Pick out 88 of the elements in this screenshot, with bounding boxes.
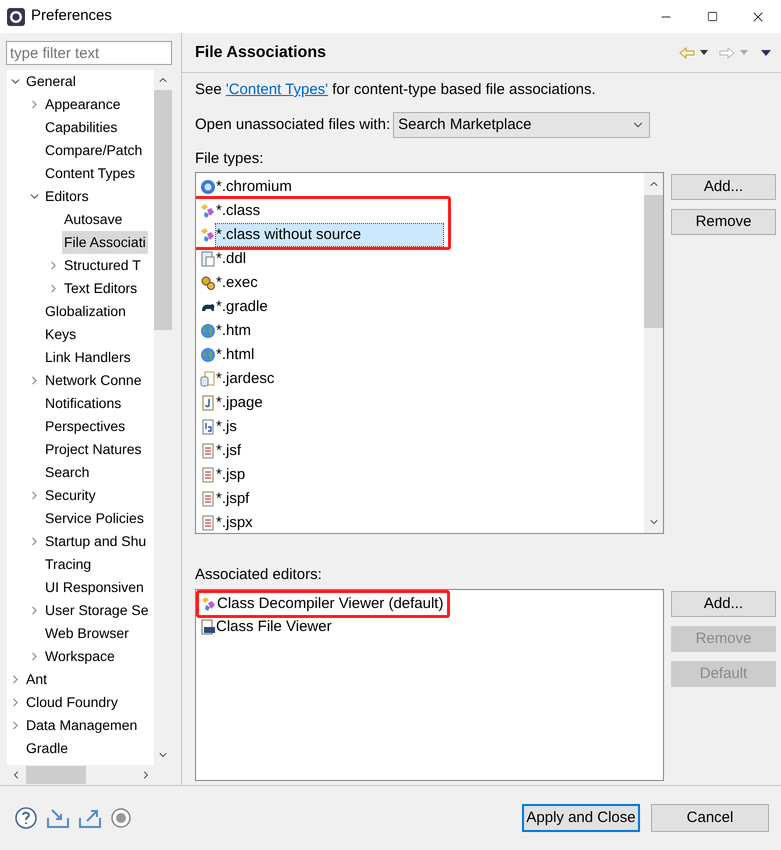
globe-icon (200, 323, 216, 339)
tree-item[interactable]: Compare/Patch (43, 139, 144, 162)
tree-item[interactable]: UI Responsiven (43, 576, 146, 599)
file-types-list[interactable]: *.chromium *.class *.class without source *.ddl *.exec *.gradle *.htm *.html *.jardesc *.jpage *.js *.jsf *.jsp *.jspf *.jspx (195, 172, 664, 534)
dialog-button[interactable]: Apply and Close (522, 804, 640, 832)
tree-item[interactable]: Search (43, 461, 92, 484)
tree-item[interactable]: Security (43, 484, 98, 507)
vertical-scrollbar[interactable] (644, 173, 663, 533)
tree-item[interactable]: Ant (24, 668, 50, 691)
tree-item[interactable]: Keys (43, 323, 78, 346)
tree-item[interactable]: Notifications (43, 392, 124, 415)
tree-item[interactable]: Tracing (43, 553, 94, 576)
file-type-item[interactable]: *.ddl (216, 248, 250, 270)
tree-item[interactable]: Content Types (43, 162, 138, 185)
editor-item[interactable]: Class File Viewer (216, 616, 332, 638)
window-title: Preferences (31, 6, 112, 26)
menu-icon[interactable] (761, 50, 771, 56)
file-type-item[interactable]: *.jspx (216, 512, 257, 533)
file-type-item[interactable]: *.exec (216, 272, 262, 294)
file-type-item[interactable]: *.html (216, 344, 258, 366)
tree-item[interactable]: General (24, 70, 78, 93)
file-type-item[interactable]: *.jsp (216, 464, 250, 486)
back-arrow-icon[interactable] (679, 46, 695, 58)
tree-item[interactable]: Appearance (43, 93, 123, 116)
editors-list[interactable]: Class Decompiler Viewer (default) Class File Viewer (195, 589, 664, 781)
tree-item[interactable]: Startup and Shu (43, 530, 148, 553)
tree-item[interactable]: Globalization (43, 300, 128, 323)
file-type-item[interactable]: *.js (216, 416, 241, 438)
document-icon (200, 515, 216, 531)
open-with-label: Open unassociated files with: (195, 114, 390, 135)
tree-item[interactable]: Project Natures (43, 438, 144, 461)
tree-item[interactable]: Structured T (62, 254, 143, 277)
maximize-icon[interactable] (706, 11, 718, 22)
java-page-icon (200, 395, 216, 411)
side-button[interactable]: Remove (671, 209, 776, 235)
document-icon (200, 467, 216, 483)
tree-item[interactable]: Service Policies (43, 507, 146, 530)
dropdown-icon[interactable] (700, 50, 708, 55)
editors-label: Associated editors: (195, 565, 323, 584)
tree-item[interactable]: Editors (43, 185, 91, 208)
document-icon (200, 443, 216, 459)
globe-icon (200, 347, 216, 363)
side-button[interactable]: Add... (671, 174, 776, 200)
class-icon (200, 227, 216, 243)
file-type-item[interactable]: *.jspf (216, 488, 254, 510)
gears-icon (200, 275, 216, 291)
tree-item[interactable]: Text Editors (62, 277, 140, 300)
document-icon (200, 251, 216, 267)
script-icon (200, 419, 216, 435)
content-types-link[interactable]: 'Content Types' (226, 81, 328, 98)
tree-item[interactable]: User Storage Se (43, 599, 150, 622)
intro-text: See 'Content Types' for content-type based file associations. (195, 80, 597, 100)
side-button[interactable]: Add... (671, 591, 776, 617)
file-type-item[interactable]: *.class (216, 200, 264, 222)
record-icon[interactable] (110, 807, 132, 829)
dialog-button[interactable]: Cancel (651, 804, 769, 832)
open-with-dropdown[interactable]: Search Marketplace (393, 112, 650, 138)
binary-file-icon (200, 619, 216, 635)
tree-item[interactable]: Autosave (62, 208, 124, 231)
tree-item[interactable]: Link Handlers (43, 346, 133, 369)
tree-item[interactable]: Cloud Foundry (24, 691, 120, 714)
file-type-item[interactable]: *.jsf (216, 440, 246, 462)
tree-item[interactable]: Data Managemen (24, 714, 140, 737)
file-type-item[interactable]: *.htm (216, 320, 256, 342)
forward-arrow-icon[interactable] (719, 46, 735, 58)
file-type-item[interactable]: *.chromium (216, 176, 296, 198)
tree-item[interactable]: File Associati (62, 231, 148, 254)
document-icon (200, 491, 216, 507)
file-types-label: File types: (195, 149, 264, 168)
file-type-item[interactable]: *.jardesc (216, 368, 278, 390)
file-type-item[interactable]: *.jpage (216, 392, 267, 414)
tree-item[interactable]: Gradle (24, 737, 70, 760)
help-icon[interactable] (14, 806, 38, 830)
app-icon (7, 8, 25, 26)
tree-item[interactable]: Web Browser (43, 622, 131, 645)
tree-item[interactable]: Capabilities (43, 116, 120, 139)
file-type-item[interactable]: *.gradle (216, 296, 272, 318)
class-icon (201, 596, 217, 612)
browser-icon (200, 179, 216, 195)
filter-field[interactable]: type filter text (6, 41, 172, 65)
tree-item[interactable]: Workspace (43, 645, 117, 668)
class-icon (200, 203, 216, 219)
editor-item[interactable]: Class Decompiler Viewer (default) (217, 592, 444, 616)
tree-item[interactable]: Perspectives (43, 415, 128, 438)
page-title: File Associations (195, 42, 326, 62)
jar-icon (200, 371, 216, 387)
file-type-item[interactable]: *.class without source (216, 224, 443, 246)
tree-item[interactable]: Network Conne (43, 369, 144, 392)
